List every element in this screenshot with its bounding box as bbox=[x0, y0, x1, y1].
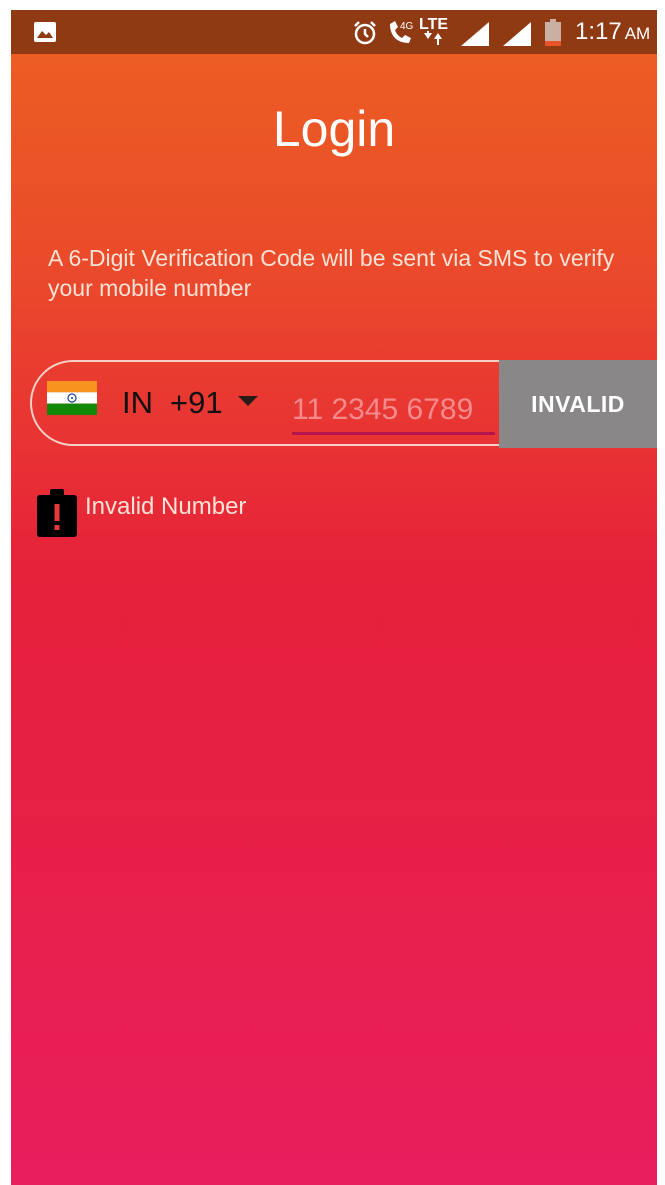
country-code[interactable]: IN bbox=[122, 385, 153, 421]
gallery-icon bbox=[34, 22, 56, 42]
call-icon: 4G bbox=[390, 21, 414, 43]
signal-icon bbox=[461, 22, 489, 46]
verification-info-text: A 6-Digit Verification Code will be sent… bbox=[48, 245, 615, 301]
status-clock: 1:17 AM bbox=[575, 18, 650, 46]
clock-time: 1:17 bbox=[575, 18, 622, 45]
battery-icon bbox=[545, 19, 561, 46]
status-bar: 4G LTE 1:17 AM bbox=[11, 10, 657, 54]
error-message: Invalid Number bbox=[85, 493, 247, 520]
lte-label: LTE bbox=[419, 16, 448, 33]
phone-entry-row: IN +91 INVALID bbox=[30, 360, 657, 450]
phone-field-container: IN +91 bbox=[30, 360, 560, 446]
page-title: Login bbox=[272, 101, 396, 157]
error-message-row: Invalid Number bbox=[35, 488, 435, 540]
signal-icon bbox=[503, 22, 531, 46]
lte-icon: LTE bbox=[419, 16, 448, 45]
india-flag-icon[interactable] bbox=[47, 381, 97, 415]
alarm-icon bbox=[354, 21, 376, 45]
alert-clipboard-icon bbox=[37, 489, 77, 537]
login-screen: 4G LTE 1:17 AM Login A 6-Digit Verificat… bbox=[11, 10, 657, 1185]
dial-code[interactable]: +91 bbox=[170, 385, 223, 421]
phone-number-input[interactable] bbox=[292, 388, 495, 435]
network-label: 4G bbox=[400, 21, 414, 32]
chevron-down-icon[interactable] bbox=[238, 396, 258, 408]
clock-ampm: AM bbox=[624, 24, 651, 43]
invalid-button[interactable]: INVALID bbox=[499, 360, 657, 448]
